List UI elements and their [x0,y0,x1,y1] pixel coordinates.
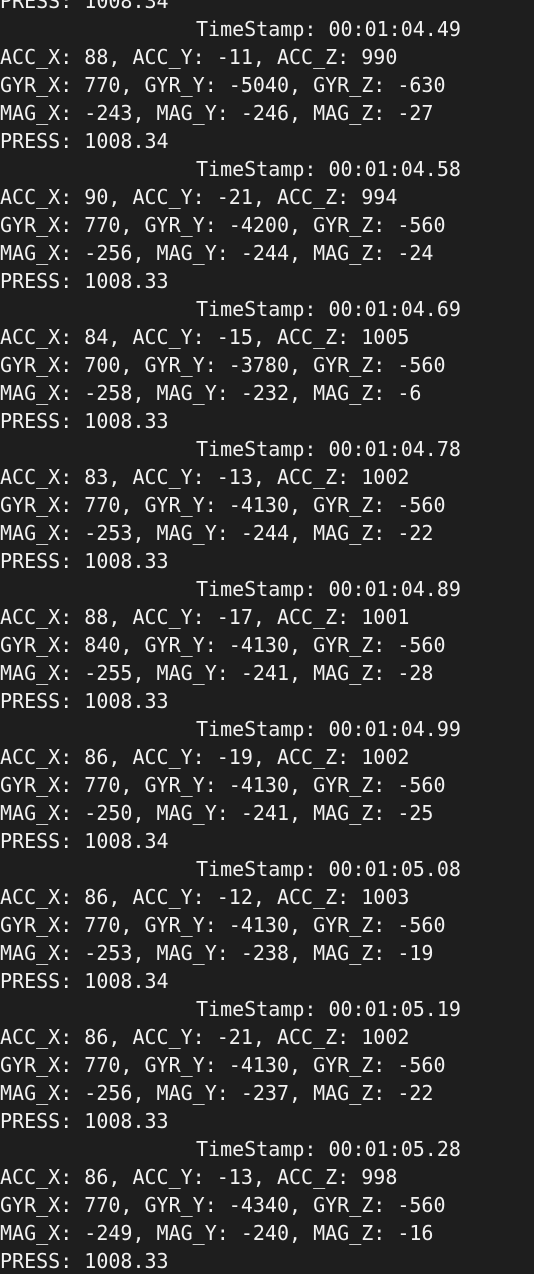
pressure-line: PRESS: 1008.33 [0,409,169,433]
magnetometer-line: MAG_X: -255, MAG_Y: -241, MAG_Z: -28 [0,661,434,685]
magnetometer-line: MAG_X: -250, MAG_Y: -241, MAG_Z: -25 [0,801,434,825]
terminal-window[interactable]: PRESS: 1008.34 TimeStamp: 00:01:04.49 ACC_… [0,0,534,1274]
serial-log-output: PRESS: 1008.34 TimeStamp: 00:01:04.49 ACC_… [0,0,534,1274]
pressure-line: PRESS: 1008.33 [0,1249,169,1273]
pressure-line: PRESS: 1008.34 [0,0,169,13]
accelerometer-line: ACC_X: 86, ACC_Y: -13, ACC_Z: 998 [0,1165,398,1189]
timestamp-line: TimeStamp: 00:01:04.69 [196,297,461,321]
gyroscope-line: GYR_X: 770, GYR_Y: -4130, GYR_Z: -560 [0,1053,446,1077]
timestamp-line: TimeStamp: 00:01:04.58 [196,157,461,181]
accelerometer-line: ACC_X: 88, ACC_Y: -11, ACC_Z: 990 [0,45,398,69]
accelerometer-line: ACC_X: 86, ACC_Y: -12, ACC_Z: 1003 [0,885,410,909]
magnetometer-line: MAG_X: -256, MAG_Y: -244, MAG_Z: -24 [0,241,434,265]
magnetometer-line: MAG_X: -243, MAG_Y: -246, MAG_Z: -27 [0,101,434,125]
pressure-line: PRESS: 1008.34 [0,129,169,153]
timestamp-line: TimeStamp: 00:01:04.78 [196,437,461,461]
pressure-line: PRESS: 1008.33 [0,1109,169,1133]
accelerometer-line: ACC_X: 88, ACC_Y: -17, ACC_Z: 1001 [0,605,410,629]
gyroscope-line: GYR_X: 770, GYR_Y: -4340, GYR_Z: -560 [0,1193,446,1217]
magnetometer-line: MAG_X: -253, MAG_Y: -238, MAG_Z: -19 [0,941,434,965]
timestamp-line: TimeStamp: 00:01:04.49 [196,17,461,41]
gyroscope-line: GYR_X: 700, GYR_Y: -3780, GYR_Z: -560 [0,353,446,377]
pressure-line: PRESS: 1008.34 [0,829,169,853]
timestamp-line: TimeStamp: 00:01:04.99 [196,717,461,741]
pressure-line: PRESS: 1008.33 [0,689,169,713]
gyroscope-line: GYR_X: 840, GYR_Y: -4130, GYR_Z: -560 [0,633,446,657]
timestamp-line: TimeStamp: 00:01:05.19 [196,997,461,1021]
magnetometer-line: MAG_X: -249, MAG_Y: -240, MAG_Z: -16 [0,1221,434,1245]
magnetometer-line: MAG_X: -253, MAG_Y: -244, MAG_Z: -22 [0,521,434,545]
pressure-line: PRESS: 1008.33 [0,549,169,573]
accelerometer-line: ACC_X: 86, ACC_Y: -19, ACC_Z: 1002 [0,745,410,769]
gyroscope-line: GYR_X: 770, GYR_Y: -4130, GYR_Z: -560 [0,913,446,937]
magnetometer-line: MAG_X: -258, MAG_Y: -232, MAG_Z: -6 [0,381,422,405]
pressure-line: PRESS: 1008.33 [0,269,169,293]
timestamp-line: TimeStamp: 00:01:05.28 [196,1137,461,1161]
pressure-line: PRESS: 1008.34 [0,969,169,993]
gyroscope-line: GYR_X: 770, GYR_Y: -4130, GYR_Z: -560 [0,773,446,797]
gyroscope-line: GYR_X: 770, GYR_Y: -4130, GYR_Z: -560 [0,493,446,517]
accelerometer-line: ACC_X: 84, ACC_Y: -15, ACC_Z: 1005 [0,325,410,349]
accelerometer-line: ACC_X: 86, ACC_Y: -21, ACC_Z: 1002 [0,1025,410,1049]
accelerometer-line: ACC_X: 83, ACC_Y: -13, ACC_Z: 1002 [0,465,410,489]
accelerometer-line: ACC_X: 90, ACC_Y: -21, ACC_Z: 994 [0,185,398,209]
gyroscope-line: GYR_X: 770, GYR_Y: -5040, GYR_Z: -630 [0,73,446,97]
magnetometer-line: MAG_X: -256, MAG_Y: -237, MAG_Z: -22 [0,1081,434,1105]
gyroscope-line: GYR_X: 770, GYR_Y: -4200, GYR_Z: -560 [0,213,446,237]
timestamp-line: TimeStamp: 00:01:05.08 [196,857,461,881]
timestamp-line: TimeStamp: 00:01:04.89 [196,577,461,601]
